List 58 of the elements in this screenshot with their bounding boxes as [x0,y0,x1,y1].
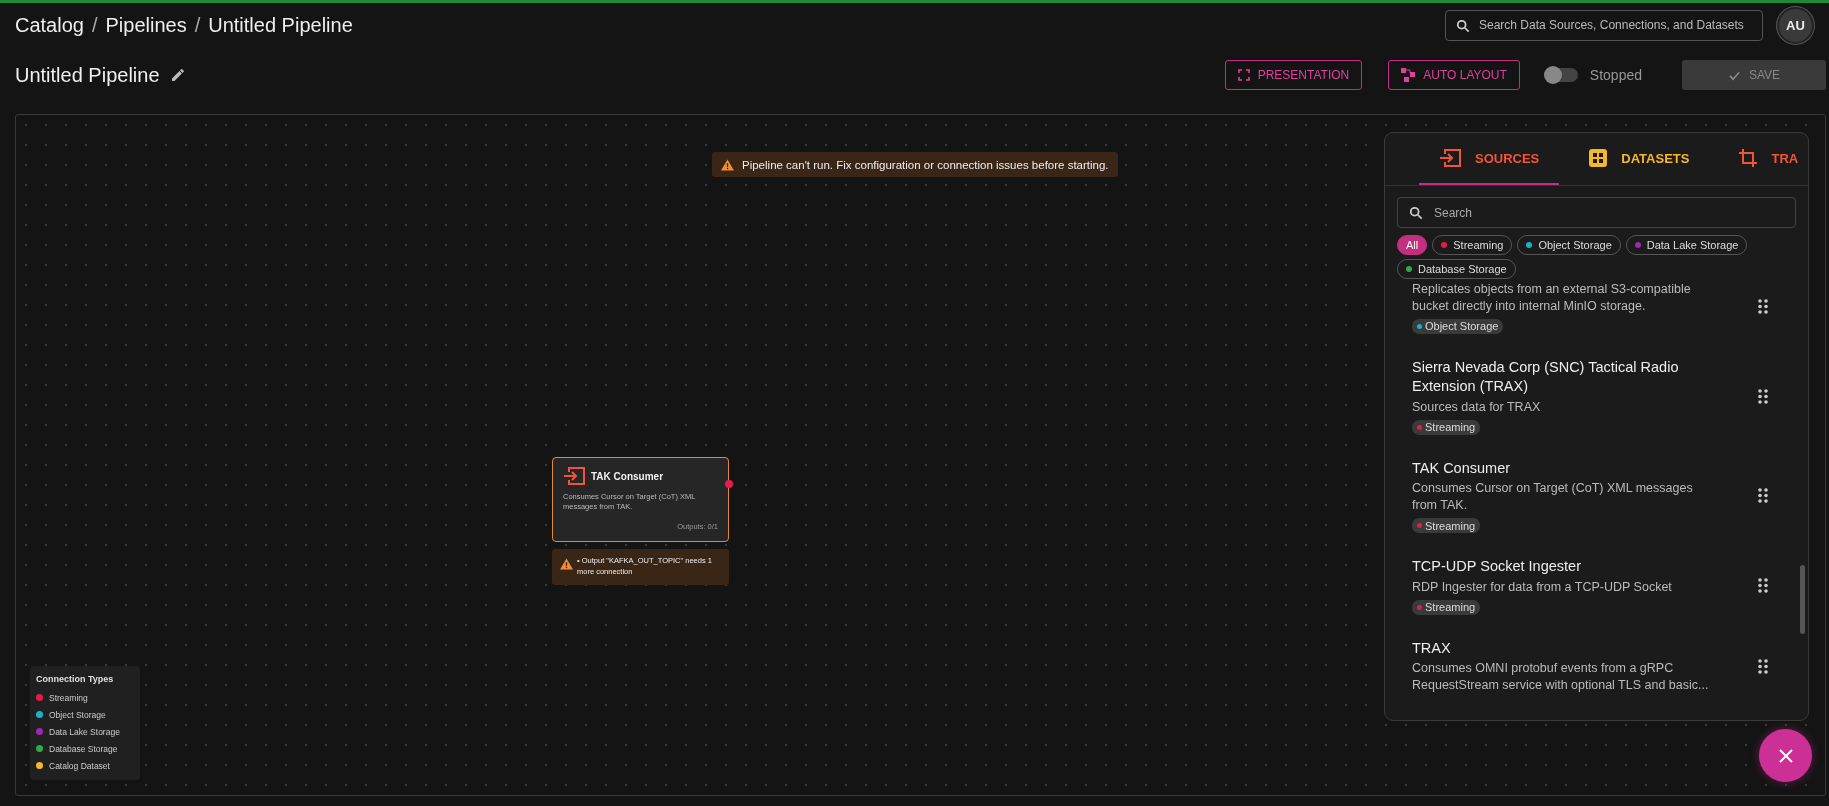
tag-label: Streaming [1425,519,1476,532]
error-message: Pipeline can't run. Fix configuration or connection issues before starting. [742,158,1109,171]
legend-label: Streaming [49,692,88,703]
nodes-icon [1401,68,1416,82]
tag-label: Object Storage [1425,320,1499,333]
node-title: TAK Consumer [591,470,664,482]
run-status: Stopped [1589,67,1642,83]
drag-handle-icon[interactable] [1758,578,1768,594]
output-port[interactable] [725,480,733,488]
tag-label: Streaming [1425,601,1476,613]
drag-handle-icon[interactable] [1758,388,1768,404]
close-button[interactable] [1759,729,1812,782]
warning-icon [721,158,734,171]
panel-tab[interactable]: SOURCES [1419,133,1560,185]
grid-icon [1589,149,1608,167]
legend-label: Data Lake Storage [49,726,120,737]
source-description: Replicates objects from an external S3-compatible bucket directly into internal MinIO storage. [1412,281,1692,315]
login-arrow-icon [1439,149,1461,167]
warning-icon [560,558,573,570]
drag-handle-icon[interactable] [1758,298,1768,314]
breadcrumb-separator: / [194,13,201,37]
source-description: Sources data for TRAX [1412,398,1542,416]
legend-label: Object Storage [49,709,106,720]
filter-chip[interactable]: All [1397,235,1428,255]
run-toggle[interactable] [1545,68,1578,82]
search-field[interactable]: Search [1397,197,1796,228]
source-title: TCP-UDP Socket Ingester [1412,557,1582,577]
source-description: Consumes OMNI protobuf events from a gRPC RequestStream service with optional TLS and basic... [1412,660,1710,694]
source-title: Sierra Nevada Corp (SNC) Tactical Radio Extension (TRAX) [1412,357,1680,397]
drag-handle-icon[interactable] [1758,488,1768,504]
source-title: TRAX [1412,638,1452,658]
source-title: TAK Consumer [1412,458,1512,478]
pipeline-title: Untitled Pipeline [15,63,160,87]
breadcrumb-current: Untitled Pipeline [208,13,353,37]
search-icon [1456,18,1470,33]
crop-icon [1739,149,1758,167]
source-description: Consumes Cursor on Target (CoT) XML messages from TAK. [1412,480,1694,515]
legend-label: Catalog Dataset [49,760,110,771]
legend-label: Database Storage [49,743,118,754]
scrollbar-thumb[interactable] [1800,565,1805,634]
tag-label: Streaming [1425,421,1476,434]
panel-tab[interactable]: TRA [1719,133,1808,185]
breadcrumb-link[interactable]: Catalog [15,13,84,37]
source-description: RDP Ingester for data from a TCP-UDP Socket [1412,578,1673,596]
close-icon [1777,747,1794,764]
legend-title: Connection Types [36,674,115,684]
user-avatar[interactable]: AU [1777,6,1814,44]
drag-handle-icon[interactable] [1758,658,1768,674]
auto-layout-button[interactable]: AUTO LAYOUT [1388,60,1520,90]
search-field[interactable]: Search Data Sources, Connections, and Datasets [1445,9,1763,41]
breadcrumb-separator: / [91,13,98,37]
presentation-button[interactable]: PRESENTATION [1224,60,1363,90]
breadcrumb-link[interactable]: Pipelines [105,13,187,37]
edit-icon[interactable] [169,67,186,83]
panel-tab[interactable]: DATASETS [1569,133,1710,185]
search-icon [1409,206,1423,220]
fullscreen-icon [1237,69,1250,81]
login-arrow-icon [563,467,585,485]
